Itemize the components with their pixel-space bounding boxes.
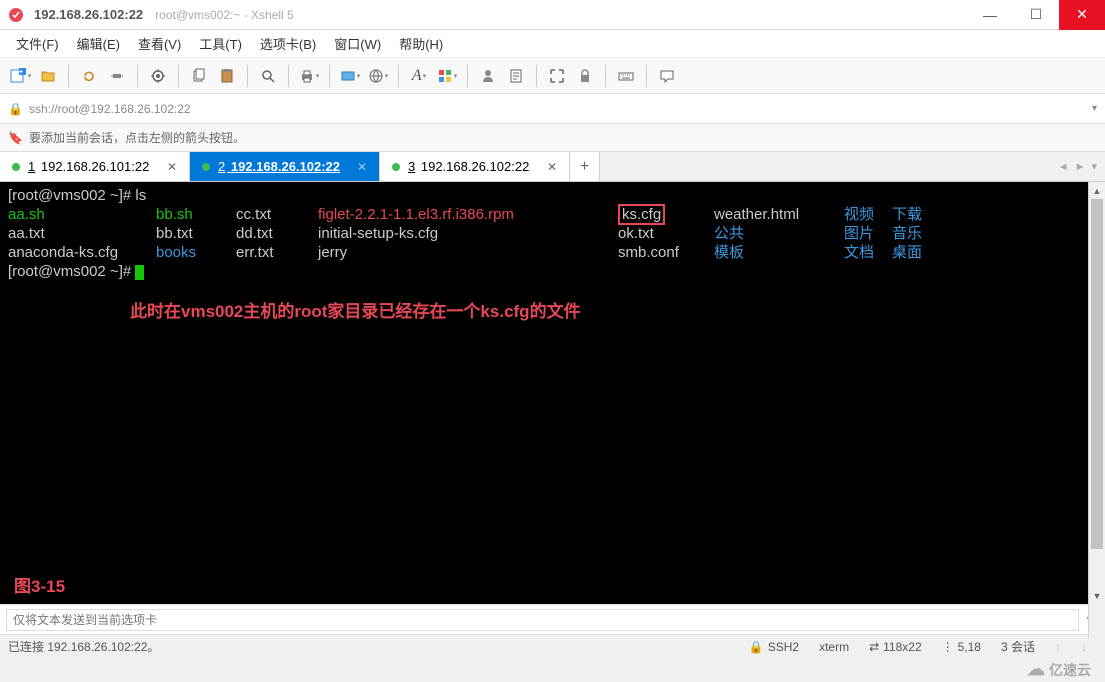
scroll-thumb[interactable] [1091, 199, 1103, 549]
window-title: 192.168.26.102:22 [34, 7, 143, 22]
addressbar[interactable]: 🔒 ssh://root@192.168.26.102:22 ▾ [0, 94, 1105, 124]
address-dropdown-icon[interactable]: ▾ [1092, 103, 1097, 114]
maximize-button[interactable]: ☐ [1013, 0, 1059, 30]
properties-icon[interactable] [146, 64, 170, 88]
titlebar: 192.168.26.102:22 root@vms002:~ - Xshell… [0, 0, 1105, 30]
new-session-icon[interactable]: ▾ [8, 64, 32, 88]
close-button[interactable]: ✕ [1059, 0, 1105, 30]
watermark: ☁ 亿速云 [1027, 659, 1091, 680]
tab-close-icon[interactable]: ✕ [157, 160, 177, 174]
menu-window[interactable]: 窗口(W) [326, 30, 389, 57]
command: ls [135, 187, 146, 204]
xftp-icon[interactable]: ▾ [338, 64, 362, 88]
terminal[interactable]: [root@vms002 ~]# lsaa.shbb.shcc.txtfigle… [0, 182, 1105, 604]
menu-file[interactable]: 文件(F) [8, 30, 67, 57]
copy-icon[interactable] [187, 64, 211, 88]
minimize-button[interactable]: — [967, 0, 1013, 30]
reconnect-icon[interactable] [77, 64, 101, 88]
tab-label: 192.168.26.101:22 [37, 159, 149, 174]
script-icon[interactable] [504, 64, 528, 88]
font-icon[interactable]: A▾ [407, 64, 431, 88]
open-icon[interactable] [36, 64, 60, 88]
annotation-text: 此时在vms002主机的root家目录已经存在一个ks.cfg的文件 [130, 302, 581, 321]
bookmark-icon[interactable]: 🔖 [8, 131, 23, 145]
status-dot-icon [392, 163, 400, 171]
status-protocol: 🔒 SSH2 [749, 640, 799, 654]
print-icon[interactable]: ▾ [297, 64, 321, 88]
status-dot-icon [12, 163, 20, 171]
tab-next-icon[interactable]: ► [1075, 161, 1086, 173]
status-num-icon: ↓ [1081, 640, 1087, 654]
send-input[interactable] [6, 609, 1079, 631]
lock-icon[interactable] [573, 64, 597, 88]
menu-tabs[interactable]: 选项卡(B) [252, 30, 324, 57]
toolbar: ▾ ▾ ▾ ▾ A▾ ▾ [0, 58, 1105, 94]
status-connected: 已连接 192.168.26.102:22。 [8, 638, 739, 655]
menubar: 文件(F) 编辑(E) 查看(V) 工具(T) 选项卡(B) 窗口(W) 帮助(… [0, 30, 1105, 58]
help-icon[interactable] [655, 64, 679, 88]
tabbar: 1 192.168.26.101:22 ✕ 2 192.168.26.102:2… [0, 152, 1105, 182]
address-text: ssh://root@192.168.26.102:22 [29, 102, 1092, 116]
sendbar: ▾ [0, 604, 1105, 634]
tab-close-icon[interactable]: ✕ [347, 160, 367, 174]
hintbar: 🔖 要添加当前会话，点击左侧的箭头按钮。 [0, 124, 1105, 152]
figure-label: 图3-15 [14, 577, 65, 596]
status-cap-icon: ↑ [1055, 640, 1061, 654]
tab-1[interactable]: 1 192.168.26.101:22 ✕ [0, 152, 190, 181]
find-icon[interactable] [256, 64, 280, 88]
scroll-up-icon[interactable]: ▲ [1089, 182, 1105, 199]
menu-tools[interactable]: 工具(T) [191, 30, 250, 57]
cursor [135, 265, 144, 280]
tab-close-icon[interactable]: ✕ [537, 160, 557, 174]
web-icon[interactable]: ▾ [366, 64, 390, 88]
color-icon[interactable]: ▾ [435, 64, 459, 88]
disconnect-icon[interactable] [105, 64, 129, 88]
hint-text: 要添加当前会话，点击左侧的箭头按钮。 [29, 129, 245, 146]
window-subtitle: root@vms002:~ - Xshell 5 [155, 8, 294, 22]
prompt: [root@vms002 ~]# [8, 187, 131, 204]
status-term: xterm [819, 640, 849, 654]
menu-help[interactable]: 帮助(H) [391, 30, 451, 57]
user-icon[interactable] [476, 64, 500, 88]
status-dot-icon [202, 163, 210, 171]
tab-label: 192.168.26.102:22 [227, 159, 340, 174]
tab-3[interactable]: 3 192.168.26.102:22 ✕ [380, 152, 570, 181]
status-size: ⇄ 118x22 [869, 640, 922, 654]
menu-edit[interactable]: 编辑(E) [69, 30, 128, 57]
paste-icon[interactable] [215, 64, 239, 88]
fullscreen-icon[interactable] [545, 64, 569, 88]
lock-small-icon: 🔒 [8, 102, 23, 116]
highlighted-file: ks.cfg [618, 204, 665, 225]
prompt: [root@vms002 ~]# [8, 263, 131, 280]
tab-2[interactable]: 2 192.168.26.102:22 ✕ [190, 152, 380, 181]
status-cursor: ⋮ 5,18 [942, 640, 981, 654]
status-sessions: 3 会话 [1001, 638, 1035, 655]
scrollbar[interactable]: ▲ ▼ [1088, 182, 1105, 638]
cloud-icon: ☁ [1027, 659, 1045, 680]
tab-prev-icon[interactable]: ◄ [1058, 161, 1069, 173]
statusbar: 已连接 192.168.26.102:22。 🔒 SSH2 xterm ⇄ 11… [0, 634, 1105, 658]
keyboard-icon[interactable] [614, 64, 638, 88]
app-icon [8, 7, 24, 23]
menu-view[interactable]: 查看(V) [130, 30, 189, 57]
new-tab-button[interactable]: + [570, 152, 600, 181]
scroll-down-icon[interactable]: ▼ [1089, 587, 1105, 604]
tab-label: 192.168.26.102:22 [417, 159, 529, 174]
tab-menu-icon[interactable]: ▾ [1091, 160, 1097, 173]
